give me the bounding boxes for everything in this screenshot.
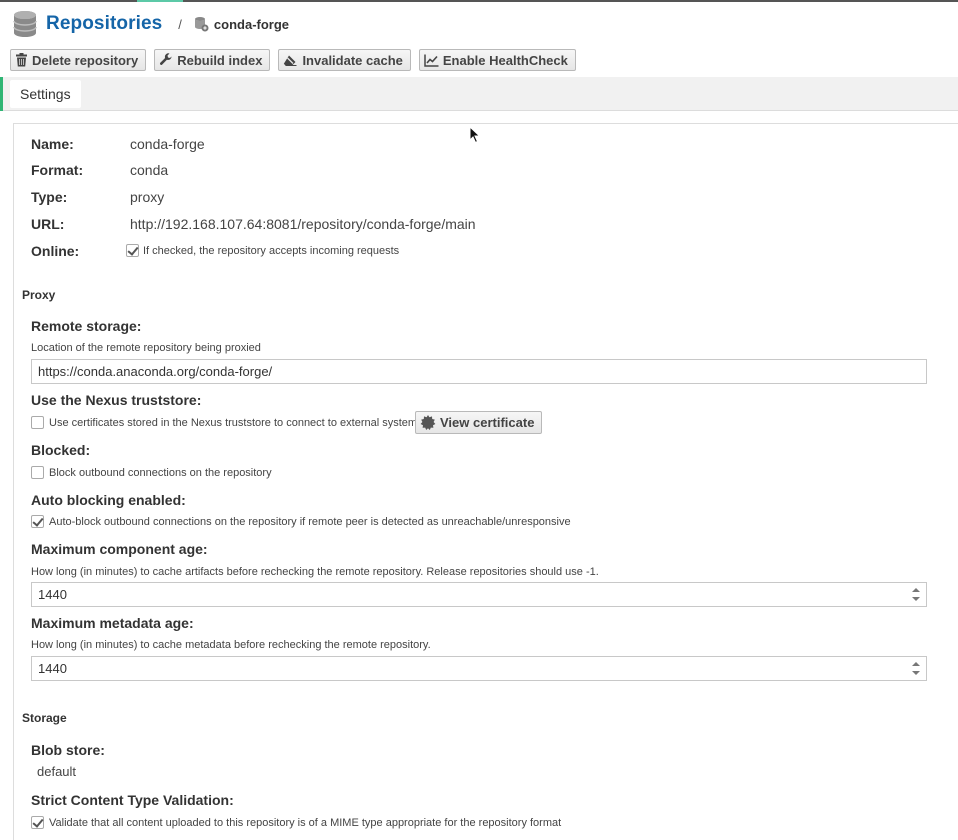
auto-blocking-checkbox[interactable] bbox=[31, 515, 44, 528]
remote-storage-value: https://conda.anaconda.org/conda-forge/ bbox=[38, 364, 273, 379]
certificate-seal-icon bbox=[420, 414, 436, 430]
url-label: URL: bbox=[31, 215, 65, 232]
delete-repository-label: Delete repository bbox=[32, 52, 139, 68]
view-certificate-label: View certificate bbox=[440, 415, 535, 430]
wrench-icon bbox=[160, 53, 172, 65]
truststore-help: Use certificates stored in the Nexus tru… bbox=[49, 416, 423, 429]
invalidate-cache-button[interactable]: Invalidate cache bbox=[278, 49, 411, 71]
database-icon bbox=[13, 11, 37, 37]
type-label: Type: bbox=[31, 188, 68, 205]
type-row: Type: proxy bbox=[31, 188, 164, 205]
top-accent-bar bbox=[137, 0, 183, 2]
breadcrumb-repositories-link[interactable]: Repositories bbox=[46, 13, 162, 35]
max-metadata-age-value: 1440 bbox=[38, 661, 67, 676]
strict-validation-checkbox[interactable] bbox=[31, 816, 44, 829]
truststore-label: Use the Nexus truststore: bbox=[31, 392, 202, 408]
view-certificate-button[interactable]: View certificate bbox=[415, 411, 543, 434]
delete-repository-button[interactable]: Delete repository bbox=[10, 49, 147, 71]
format-label: Format: bbox=[31, 161, 84, 178]
blocked-row: Block outbound connections on the reposi… bbox=[31, 466, 272, 479]
online-help: If checked, the repository accepts incom… bbox=[143, 244, 400, 257]
blocked-label: Blocked: bbox=[31, 442, 91, 458]
strict-validation-row: Validate that all content uploaded to th… bbox=[31, 816, 561, 829]
max-metadata-age-input[interactable]: 1440 bbox=[31, 656, 927, 681]
blocked-help: Block outbound connections on the reposi… bbox=[49, 466, 272, 479]
max-component-age-input[interactable]: 1440 bbox=[31, 582, 927, 607]
repository-toolbar: Delete repository Rebuild index Invalida… bbox=[10, 49, 576, 71]
max-component-age-value: 1440 bbox=[38, 587, 67, 602]
remote-storage-input[interactable]: https://conda.anaconda.org/conda-forge/ bbox=[31, 359, 927, 384]
online-checkbox[interactable] bbox=[126, 244, 139, 257]
url-row: URL: http://192.168.107.64:8081/reposito… bbox=[31, 215, 476, 232]
max-metadata-age-spinner[interactable] bbox=[912, 661, 920, 676]
remote-storage-help: Location of the remote repository being … bbox=[31, 342, 261, 354]
blocked-checkbox[interactable] bbox=[31, 466, 44, 479]
blob-store-label: Blob store: bbox=[31, 742, 105, 758]
breadcrumb-current: conda-forge bbox=[213, 16, 290, 32]
name-row: Name: conda-forge bbox=[31, 135, 205, 152]
blob-store-value: default bbox=[37, 764, 77, 779]
rebuild-index-label: Rebuild index bbox=[177, 52, 263, 68]
auto-blocking-row: Auto-block outbound connections on the r… bbox=[31, 515, 571, 528]
strict-validation-label: Strict Content Type Validation: bbox=[31, 792, 234, 808]
online-label: Online: bbox=[31, 242, 80, 259]
enable-healthcheck-button[interactable]: Enable HealthCheck bbox=[418, 49, 576, 71]
truststore-checkbox[interactable] bbox=[31, 416, 44, 429]
tab-bar-accent bbox=[0, 77, 3, 111]
tab-bar bbox=[0, 77, 958, 111]
trash-icon bbox=[16, 53, 27, 67]
format-row: Format: conda bbox=[31, 161, 168, 178]
max-component-age-help: How long (in minutes) to cache artifacts… bbox=[31, 566, 599, 578]
max-component-age-spinner[interactable] bbox=[912, 587, 920, 602]
auto-blocking-help: Auto-block outbound connections on the r… bbox=[49, 515, 571, 528]
name-label: Name: bbox=[31, 135, 74, 152]
max-metadata-age-help: How long (in minutes) to cache metadata … bbox=[31, 639, 431, 651]
strict-validation-help: Validate that all content uploaded to th… bbox=[49, 816, 562, 829]
line-chart-icon bbox=[424, 54, 439, 67]
breadcrumb-separator: / bbox=[178, 16, 182, 32]
auto-blocking-label: Auto blocking enabled: bbox=[31, 492, 186, 508]
eraser-icon bbox=[284, 55, 297, 66]
format-value: conda bbox=[130, 161, 169, 178]
max-component-age-label: Maximum component age: bbox=[31, 541, 208, 557]
truststore-row: Use certificates stored in the Nexus tru… bbox=[31, 416, 423, 429]
url-value: http://192.168.107.64:8081/repository/co… bbox=[130, 215, 476, 232]
invalidate-cache-label: Invalidate cache bbox=[302, 52, 403, 68]
max-metadata-age-label: Maximum metadata age: bbox=[31, 615, 194, 631]
breadcrumb: Repositories / conda-forge bbox=[12, 6, 289, 42]
mouse-cursor-icon bbox=[469, 126, 481, 144]
repository-icon bbox=[194, 17, 209, 32]
remote-storage-label: Remote storage: bbox=[31, 318, 142, 334]
rebuild-index-button[interactable]: Rebuild index bbox=[154, 49, 271, 71]
proxy-section-title: Proxy bbox=[22, 288, 56, 302]
name-value: conda-forge bbox=[130, 135, 205, 152]
enable-healthcheck-label: Enable HealthCheck bbox=[442, 52, 568, 68]
type-value: proxy bbox=[130, 188, 165, 205]
online-row: Online: If checked, the repository accep… bbox=[31, 242, 399, 259]
storage-section-title: Storage bbox=[22, 711, 67, 725]
tab-settings[interactable]: Settings bbox=[10, 80, 81, 108]
